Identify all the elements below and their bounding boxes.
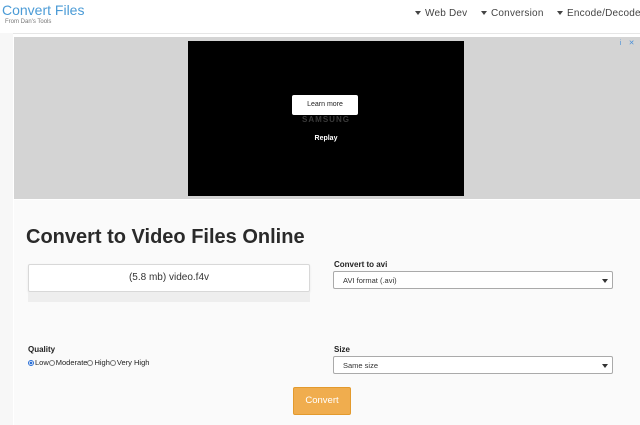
- caret-down-icon: [557, 10, 563, 15]
- format-select-value: AVI format (.avi): [343, 276, 397, 285]
- format-select[interactable]: AVI format (.avi): [333, 271, 613, 289]
- chevron-down-icon: [602, 279, 608, 283]
- quality-moderate-radio[interactable]: [48, 359, 55, 366]
- ad-choices[interactable]: i ✕: [616, 39, 638, 48]
- nav-encode-decode-label: Encode/Decode: [567, 8, 640, 19]
- caret-down-icon: [415, 10, 421, 15]
- nav-web-dev[interactable]: Web Dev: [415, 8, 467, 19]
- nav-encode-decode[interactable]: Encode/Decode: [557, 8, 640, 19]
- quality-low-label[interactable]: Low: [35, 358, 49, 367]
- nav-conversion-label: Conversion: [491, 8, 544, 19]
- size-select-value: Same size: [343, 361, 379, 370]
- ad-close-icon[interactable]: ✕: [627, 39, 636, 48]
- converter-panel: Convert to Video Files Online (5.8 mb) v…: [14, 200, 640, 425]
- size-select[interactable]: Same size: [333, 356, 613, 374]
- quality-radio-group: Low Moderate High Very High: [28, 358, 149, 367]
- ad-video[interactable]: Learn more SAMSUNG Replay: [188, 41, 464, 196]
- size-label: Size: [334, 345, 351, 354]
- nav-conversion[interactable]: Conversion: [481, 8, 544, 19]
- learn-more-button[interactable]: Learn more: [292, 95, 358, 115]
- page-title: Convert to Video Files Online: [26, 226, 305, 248]
- convert-button[interactable]: Convert: [293, 387, 351, 415]
- ad-info-icon[interactable]: i: [616, 39, 625, 48]
- replay-button[interactable]: Replay: [188, 135, 464, 142]
- quality-high-radio[interactable]: [87, 359, 94, 366]
- page-left-gutter: [0, 33, 13, 425]
- brand-subtitle: From Dan's Tools: [5, 19, 52, 25]
- chevron-down-icon: [602, 364, 608, 368]
- quality-moderate-label[interactable]: Moderate: [56, 358, 88, 367]
- quality-very-high-label[interactable]: Very High: [117, 358, 150, 367]
- ad-banner: i ✕ Learn more SAMSUNG Replay: [14, 37, 640, 199]
- selected-file[interactable]: (5.8 mb) video.f4v: [28, 264, 310, 292]
- caret-down-icon: [481, 10, 487, 15]
- file-progress-area: [28, 292, 310, 302]
- top-navbar: Convert Files From Dan's Tools Web Dev C…: [0, 0, 640, 34]
- nav-web-dev-label: Web Dev: [425, 8, 468, 19]
- quality-label: Quality: [28, 345, 56, 354]
- ad-brand-logo: SAMSUNG: [302, 115, 350, 124]
- quality-very-high-radio[interactable]: [109, 359, 116, 366]
- quality-high-label[interactable]: High: [94, 358, 109, 367]
- quality-low-radio[interactable]: [28, 359, 34, 366]
- brand[interactable]: Convert Files From Dan's Tools: [2, 2, 84, 26]
- brand-title[interactable]: Convert Files: [2, 2, 84, 18]
- convert-to-label: Convert to avi: [334, 260, 388, 269]
